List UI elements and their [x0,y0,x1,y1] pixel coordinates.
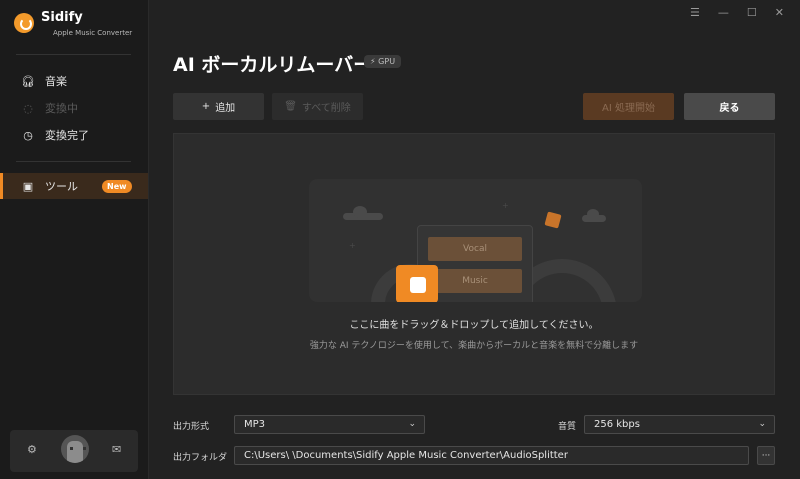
music-tile-icon [544,211,562,229]
maximize-icon[interactable]: ☐ [747,6,757,19]
output-folder-field[interactable]: C:\Users\ \Documents\Sidify Apple Music … [234,446,749,465]
app-subtitle: Apple Music Converter [53,29,133,37]
mail-icon[interactable]: ✉ [112,443,121,456]
minimize-icon[interactable]: — [718,6,729,19]
sidebar-item-label: 音楽 [45,75,67,88]
output-format-value: MP3 [244,419,266,430]
cloud-icon [582,209,606,222]
drop-description: 強力な AI テクノロジーを使用して、楽曲からボーカルと音楽を無料で分離します [309,341,639,351]
gear-icon[interactable]: ⚙ [27,443,37,456]
sidify-logo-icon [14,13,34,33]
plus-icon: + [201,101,211,112]
brand: Sidify Apple Music Converter [14,10,132,37]
sparkle-icon: + [502,201,509,210]
trash-icon: 🗑︎ [284,101,297,112]
sidebar-item-label: 変換中 [45,102,78,115]
menu-icon[interactable]: ☰ [690,6,700,19]
output-folder-label: 出力フォルダ [173,453,228,463]
sparkle-icon: + [349,241,356,250]
audio-file-icon [396,265,438,302]
converting-icon: ◌ [23,101,33,115]
sidebar-divider [16,54,131,55]
gpu-badge-label: GPU [378,57,396,66]
music-pill: Music [428,269,522,293]
sidebar-divider [16,161,131,162]
cloud-icon [343,206,383,220]
sidebar-item-label: ツール [45,180,78,193]
gpu-badge: ⚡︎ GPU [364,55,402,68]
chevron-down-icon: ⌄ [758,419,766,429]
add-button-label: 追加 [215,103,236,114]
add-button[interactable]: + 追加 [173,93,264,120]
toolbox-icon: ▣ [22,179,34,193]
vocal-pill: Vocal [428,237,522,261]
sidebar: Sidify Apple Music Converter 🎧︎ 音楽 ◌ 変換中… [0,0,149,479]
delete-all-button-label: すべて削除 [301,103,351,114]
output-format-label: 出力形式 [173,422,210,432]
back-button[interactable]: 戻る [684,93,775,120]
drop-illustration: + + Vocal Music [309,179,642,302]
output-format-select[interactable]: MP3 ⌄ [234,415,425,434]
quality-label: 音質 [558,422,577,432]
app-name: Sidify [41,10,83,25]
sidebar-bottom-bar: ⚙ ✉ [10,430,138,472]
browse-folder-button[interactable]: ··· [757,446,775,465]
sidebar-item-converting[interactable]: ◌ 変換中 [0,95,148,121]
page-title: AI ボーカルリムーバー [173,54,373,76]
chevron-down-icon: ⌄ [408,419,416,429]
sidebar-item-music[interactable]: 🎧︎ 音楽 [0,68,148,94]
headphones-icon: 🎧︎ [21,74,35,88]
quality-value: 256 kbps [594,419,640,430]
quality-select[interactable]: 256 kbps ⌄ [584,415,775,434]
sidebar-item-converted[interactable]: ◷ 変換完了 [0,122,148,148]
sidebar-item-label: 変換完了 [45,129,89,142]
clock-icon: ◷ [23,128,33,142]
ai-start-button[interactable]: AI 処理開始 [583,93,674,120]
new-badge: New [102,179,132,193]
avatar[interactable] [61,435,89,463]
delete-all-button[interactable]: 🗑︎ すべて削除 [272,93,363,120]
drop-zone[interactable]: + + Vocal Music ここに曲をドラッグ＆ドロップして追加してください… [173,133,775,395]
window-controls: ☰ — ☐ ✕ [690,6,784,19]
lightning-icon: ⚡︎ [370,57,376,66]
sidebar-item-tools[interactable]: ▣ ツール New [0,173,148,199]
drop-instruction: ここに曲をドラッグ＆ドロップして追加してください。 [349,320,599,331]
close-icon[interactable]: ✕ [775,6,784,19]
